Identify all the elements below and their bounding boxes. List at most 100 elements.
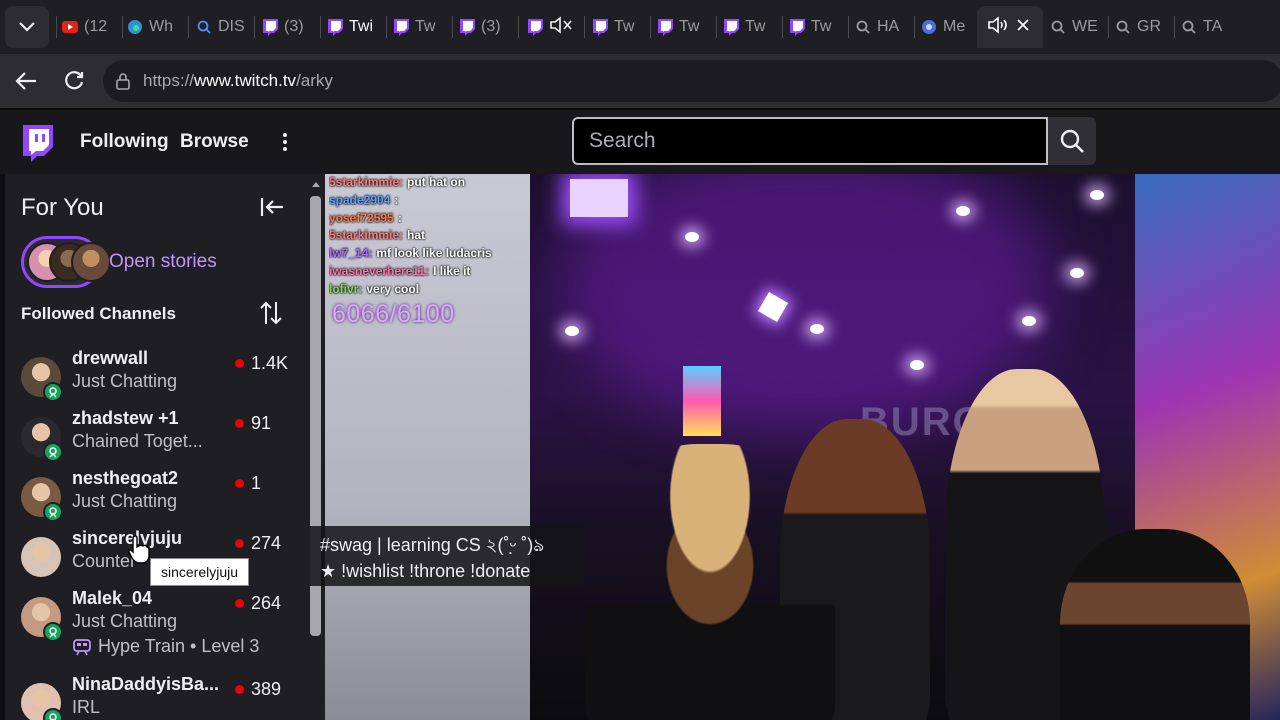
browser-tab[interactable]: HA (855, 8, 913, 46)
channel-name: zhadstew +1 (72, 408, 179, 428)
tab-label: Twi (349, 18, 373, 35)
chevron-down-icon (19, 22, 35, 32)
viewer-count-value: 264 (251, 593, 282, 613)
search-input[interactable] (572, 117, 1048, 165)
live-badge-icon (43, 442, 63, 462)
tab-list-button[interactable] (5, 6, 49, 48)
more-menu-button[interactable] (276, 128, 294, 156)
live-badge-icon (43, 502, 63, 522)
tab-separator (254, 16, 255, 38)
channel-name: NinaDaddyisBa... (72, 674, 220, 694)
tab-label: (3) (481, 18, 501, 35)
twitch-top-nav: Following Browse (0, 108, 1280, 174)
tab-label: Me (943, 18, 966, 35)
chat-username: iwasneverhere11: (329, 263, 430, 278)
browser-tab[interactable]: TA (1181, 8, 1239, 46)
browser-tab[interactable]: Tw (789, 8, 847, 46)
browser-tab[interactable]: Tw (592, 8, 650, 46)
browser-tab[interactable]: Wh (127, 8, 185, 46)
browser-tab[interactable]: Tw (393, 8, 451, 46)
tab-label: HA (877, 18, 900, 35)
chat-message: 5starkimmie: hat (329, 227, 529, 245)
sidebar: For You Open stories Followed Channels d… (5, 174, 325, 720)
live-dot-icon (235, 539, 244, 548)
followed-channel-item[interactable]: NinaDaddyisBa... IRL 389 (21, 674, 301, 720)
back-arrow-icon (15, 72, 36, 90)
twitch-icon (789, 18, 805, 36)
muted-speaker-icon[interactable] (549, 15, 573, 40)
open-stories[interactable]: Open stories (21, 236, 217, 288)
search-button[interactable] (1048, 117, 1096, 165)
browser-tab[interactable]: (3) (459, 8, 517, 46)
following-link[interactable]: Following (80, 131, 169, 153)
search-icon (1060, 129, 1084, 153)
speaker-icon[interactable] (987, 15, 1011, 40)
chat-text: I like it (433, 263, 471, 278)
browser-tab[interactable] (527, 8, 577, 46)
followed-channel-item[interactable]: nesthegoat2 Just Chatting 1 (21, 468, 301, 528)
chat-text: put hat on (407, 175, 466, 189)
viewer-count: 91 (235, 413, 271, 434)
hype-train-status: Hype Train • Level 3 (72, 636, 259, 657)
back-button[interactable] (8, 63, 44, 99)
tab-separator (56, 16, 57, 38)
browser-tab[interactable]: WE (1050, 8, 1108, 46)
chat-message: 5starkimmie: put hat on (329, 174, 529, 192)
hand-cursor-icon (128, 535, 150, 564)
hype-train-label: Hype Train • Level 3 (98, 636, 260, 656)
channel-name: drewwall (72, 348, 149, 368)
browser-tab[interactable]: Twi (327, 8, 387, 46)
browser-tab[interactable]: (3) (262, 8, 320, 46)
video-player[interactable]: BURGE 5starkimmie: put hat on spade2904: yo… (325, 174, 1280, 720)
viewer-count: 389 (235, 679, 281, 700)
url-protocol: https:// (143, 71, 195, 90)
tab-label: Tw (679, 18, 700, 35)
viewer-count: 1.4K (235, 353, 288, 374)
live-badge-icon (43, 708, 63, 720)
chat-message: lw7_14: mf look like ludacris (329, 245, 529, 263)
ceiling-light (956, 206, 970, 216)
followed-channels-heading: Followed Channels (21, 304, 176, 323)
search-icon (855, 19, 871, 35)
followed-channel-item[interactable]: drewwall Just Chatting 1.4K (21, 348, 301, 408)
tab-label: (3) (284, 18, 304, 35)
twitch-icon (723, 18, 739, 36)
person-kneeling (1060, 529, 1250, 720)
address-bar[interactable]: https://www.twitch.tv/arky (103, 60, 1280, 102)
tab-separator (782, 16, 783, 38)
url-path: /arky (296, 71, 333, 90)
browse-link[interactable]: Browse (180, 131, 249, 153)
browser-tab[interactable]: Tw (657, 8, 715, 46)
channel-category: Just Chatting (72, 611, 178, 631)
tab-separator (848, 16, 849, 38)
tab-separator (122, 16, 123, 38)
chat-text: mf look like ludacris (376, 246, 492, 261)
ceiling-light (565, 326, 579, 336)
live-dot-icon (235, 419, 244, 428)
browser-tab[interactable]: GR (1115, 8, 1173, 46)
collapse-sidebar-icon[interactable] (259, 194, 285, 220)
current-tab[interactable] (977, 6, 1043, 48)
search-bar (572, 117, 1096, 165)
browser-tab[interactable]: Me (921, 8, 979, 46)
browser-tab[interactable]: DIS (196, 8, 254, 46)
followed-channel-item[interactable]: Malek_04 Just Chatting 264 Hype Train • Lev… (21, 588, 301, 656)
chat-overlay: 5starkimmie: put hat on spade2904: yosef725… (329, 174, 529, 299)
browser-tab[interactable]: (12 (62, 8, 120, 46)
viewer-count-value: 1.4K (251, 353, 289, 373)
scroll-up-arrow-icon[interactable] (311, 180, 321, 188)
tab-label: DIS (218, 18, 245, 35)
followed-channel-item[interactable]: zhadstew +1 Chained Toget... 91 (21, 408, 301, 468)
close-tab-icon[interactable] (1017, 18, 1029, 36)
browser-tab[interactable]: Tw (723, 8, 781, 46)
sort-icon[interactable] (259, 300, 283, 326)
search-icon (1050, 19, 1066, 35)
twitch-icon (393, 18, 409, 36)
tab-label: Tw (745, 18, 766, 35)
edge-icon (127, 19, 143, 35)
twitch-icon (327, 18, 343, 36)
reload-button[interactable] (56, 63, 92, 99)
viewer-count-value: 91 (251, 413, 272, 433)
tab-separator (914, 16, 915, 38)
twitch-logo[interactable] (20, 124, 54, 167)
